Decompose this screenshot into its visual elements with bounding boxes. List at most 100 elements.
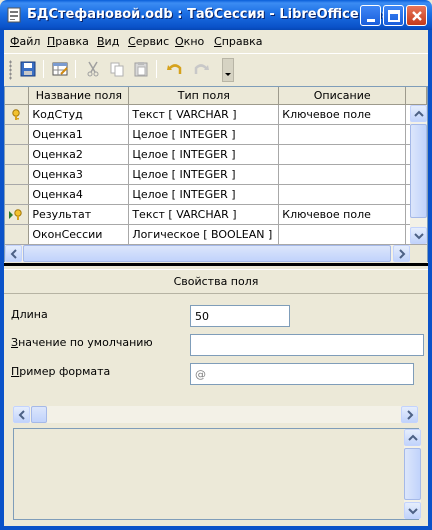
- menu-edit[interactable]: Правка: [47, 35, 89, 48]
- scroll-thumb[interactable]: [410, 124, 427, 218]
- field-type-cell[interactable]: Целое [ INTEGER ]: [128, 184, 280, 205]
- table-row[interactable]: Оценка2 Целое [ INTEGER ]: [5, 144, 427, 165]
- undo-icon: [167, 64, 182, 74]
- save-icon: [20, 61, 36, 77]
- table-header-row: Название поля Тип поля Описание: [5, 87, 427, 105]
- current-row-key-icon: [9, 208, 22, 220]
- scroll-up-button[interactable]: [404, 429, 421, 446]
- default-value-field[interactable]: [190, 334, 424, 356]
- scroll-down-button[interactable]: [404, 502, 421, 519]
- column-header-description[interactable]: Описание: [278, 87, 407, 105]
- menu-view[interactable]: Вид: [97, 35, 119, 48]
- grid-horizontal-scrollbar[interactable]: [5, 245, 410, 262]
- table-row[interactable]: Оценка4 Целое [ INTEGER ]: [5, 184, 427, 205]
- scroll-thumb[interactable]: [23, 245, 391, 262]
- field-type-cell[interactable]: Целое [ INTEGER ]: [128, 144, 280, 165]
- cut-icon: [87, 61, 99, 77]
- toolbar-grip[interactable]: [9, 60, 12, 80]
- arrow-right-icon: [407, 410, 414, 420]
- table-row[interactable]: ОконСессии Логическое [ BOOLEAN ]: [5, 224, 427, 245]
- table-row[interactable]: Результат Текст [ VARCHAR ] Ключевое пол…: [5, 204, 427, 225]
- window-title: БДСтефановой.odb : ТабСессия - LibreOffi…: [27, 7, 405, 22]
- undo-button[interactable]: [164, 58, 186, 80]
- field-description-cell[interactable]: [278, 224, 407, 245]
- scroll-left-button[interactable]: [5, 245, 22, 262]
- scroll-thumb[interactable]: [404, 448, 421, 500]
- table-row[interactable]: Оценка1 Целое [ INTEGER ]: [5, 124, 427, 145]
- help-text-area: [13, 428, 421, 520]
- length-label: Длина: [11, 308, 48, 321]
- arrow-right-icon: [399, 249, 406, 259]
- field-name-cell[interactable]: Оценка2: [28, 144, 130, 165]
- field-description-cell[interactable]: [278, 184, 407, 205]
- column-header-field-name[interactable]: Название поля: [28, 87, 130, 105]
- row-header[interactable]: [5, 204, 30, 225]
- table-row[interactable]: КодСтуд Текст [ VARCHAR ] Ключевое поле: [5, 104, 427, 125]
- copy-button[interactable]: [106, 58, 128, 80]
- paste-icon: [134, 62, 148, 77]
- field-type-cell[interactable]: Целое [ INTEGER ]: [128, 124, 280, 145]
- field-type-cell[interactable]: Логическое [ BOOLEAN ]: [128, 224, 280, 245]
- column-header-field-type[interactable]: Тип поля: [128, 87, 280, 105]
- field-description-cell[interactable]: [278, 124, 407, 145]
- close-button[interactable]: [406, 5, 427, 26]
- arrow-down-icon: [408, 508, 418, 515]
- paste-button[interactable]: [130, 58, 152, 80]
- default-value-label: Значение по умолчанию: [11, 336, 153, 349]
- row-header[interactable]: [5, 144, 30, 165]
- scroll-up-button[interactable]: [410, 105, 427, 122]
- menu-tools[interactable]: Сервис: [128, 35, 169, 48]
- row-header[interactable]: [5, 224, 30, 245]
- table-row[interactable]: Оценка3 Целое [ INTEGER ]: [5, 164, 427, 185]
- row-header[interactable]: [5, 164, 30, 185]
- field-name-cell[interactable]: Оценка1: [28, 124, 130, 145]
- field-name-cell[interactable]: ОконСессии: [28, 224, 130, 245]
- arrow-left-icon: [10, 249, 17, 259]
- field-description-cell[interactable]: Ключевое поле: [278, 104, 407, 125]
- field-name-cell[interactable]: Результат: [28, 204, 130, 225]
- field-type-cell[interactable]: Текст [ VARCHAR ]: [128, 104, 280, 125]
- scroll-thumb[interactable]: [31, 406, 47, 423]
- toolbar-separator: [43, 60, 44, 78]
- menu-help[interactable]: Справка: [214, 35, 262, 48]
- field-description-cell[interactable]: [278, 144, 407, 165]
- toolbar-more-button[interactable]: [222, 58, 234, 82]
- field-description-cell[interactable]: Ключевое поле: [278, 204, 407, 225]
- minimize-button[interactable]: [360, 5, 381, 26]
- toolbar-separator: [156, 60, 157, 78]
- save-button[interactable]: [17, 58, 39, 80]
- menu-file[interactable]: Файл: [10, 35, 40, 48]
- more-options-icon: [225, 73, 231, 76]
- fields-table: Название поля Тип поля Описание КодСтуд …: [5, 87, 427, 245]
- cut-button[interactable]: [82, 58, 104, 80]
- column-header-empty: [405, 87, 427, 105]
- redo-icon: [194, 64, 209, 74]
- corner-cell[interactable]: [5, 87, 30, 105]
- libreoffice-base-icon: [6, 7, 22, 23]
- field-type-cell[interactable]: Целое [ INTEGER ]: [128, 164, 280, 185]
- field-name-cell[interactable]: Оценка3: [28, 164, 130, 185]
- properties-horizontal-scrollbar[interactable]: [13, 406, 418, 423]
- grid-vertical-scrollbar[interactable]: [410, 105, 427, 244]
- scroll-down-button[interactable]: [410, 227, 427, 244]
- scrollbar-corner: [410, 245, 427, 262]
- redo-button[interactable]: [190, 58, 212, 80]
- help-vertical-scrollbar[interactable]: [404, 429, 421, 519]
- field-definition-grid: Название поля Тип поля Описание КодСтуд …: [4, 86, 428, 262]
- row-header[interactable]: [5, 124, 30, 145]
- field-type-cell[interactable]: Текст [ VARCHAR ]: [128, 204, 280, 225]
- row-header[interactable]: [5, 184, 30, 205]
- format-example-field: @: [190, 363, 414, 385]
- menu-window[interactable]: Окно: [175, 35, 204, 48]
- field-name-cell[interactable]: Оценка4: [28, 184, 130, 205]
- table-design-button[interactable]: [49, 58, 71, 80]
- field-description-cell[interactable]: [278, 164, 407, 185]
- scroll-right-button[interactable]: [393, 245, 410, 262]
- scroll-right-button[interactable]: [401, 406, 418, 423]
- field-name-cell[interactable]: КодСтуд: [28, 104, 130, 125]
- toolbar: [4, 53, 428, 83]
- row-header[interactable]: [5, 104, 30, 125]
- maximize-button[interactable]: [383, 5, 404, 26]
- length-field[interactable]: 50: [190, 305, 290, 327]
- scroll-left-button[interactable]: [13, 406, 30, 423]
